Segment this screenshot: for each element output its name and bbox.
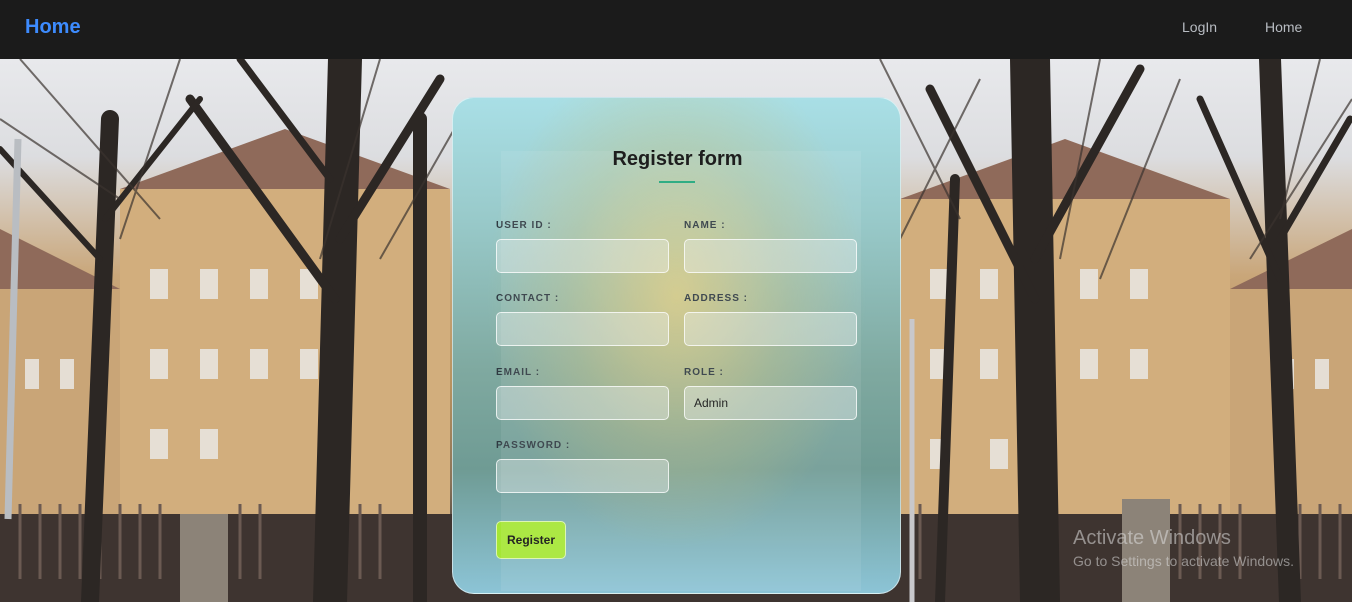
address-label: ADDRESS :: [684, 293, 749, 304]
navbar: Home LogIn Home: [0, 0, 1352, 59]
email-input[interactable]: [496, 386, 669, 420]
user-id-input[interactable]: [496, 239, 669, 273]
email-label: EMAIL :: [496, 367, 541, 378]
contact-label: CONTACT :: [496, 293, 560, 304]
activate-windows-subtitle: Go to Settings to activate Windows.: [1073, 553, 1294, 569]
nav-home-link[interactable]: Home: [1265, 19, 1302, 35]
address-input[interactable]: [684, 312, 857, 346]
nav-login-link[interactable]: LogIn: [1182, 19, 1217, 35]
brand-home-link[interactable]: Home: [25, 16, 81, 39]
password-label: PASSWORD :: [496, 440, 571, 451]
register-button[interactable]: Register: [496, 521, 566, 559]
name-label: NAME :: [684, 220, 726, 231]
form-title: Register form: [612, 148, 743, 170]
role-label: ROLE :: [684, 367, 724, 378]
password-input[interactable]: [496, 459, 669, 493]
register-form-card: Register form USER ID : NAME : CONTACT :…: [452, 97, 901, 594]
contact-input[interactable]: [496, 312, 669, 346]
activate-windows-title: Activate Windows: [1073, 527, 1231, 549]
name-input[interactable]: [684, 239, 857, 273]
user-id-label: USER ID :: [496, 220, 552, 231]
title-underline: [659, 181, 695, 183]
role-input[interactable]: [684, 386, 857, 420]
